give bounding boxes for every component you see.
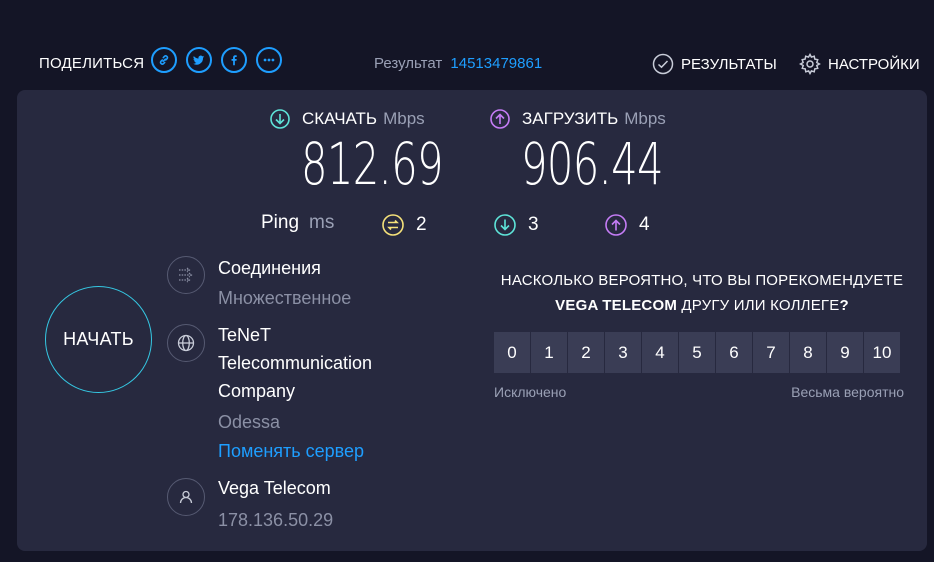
change-server-link[interactable]: Поменять сервер — [218, 437, 364, 465]
survey-question-line1: НАСКОЛЬКО ВЕРОЯТНО, ЧТО ВЫ ПОРЕКОМЕНДУЕТ… — [500, 272, 904, 289]
rating-4-button[interactable]: 4 — [642, 332, 678, 373]
survey-question-rest: ДРУГУ ИЛИ КОЛЛЕГЕ — [677, 297, 840, 314]
download-arrow-icon — [270, 109, 290, 129]
upload-header: ЗАГРУЗИТЬ Mbps — [490, 109, 666, 129]
upload-latency-icon — [605, 214, 627, 236]
twitter-icon[interactable] — [186, 47, 212, 73]
ping-upload-value: 4 — [639, 214, 650, 235]
rating-scale: 0 1 2 3 4 5 6 7 8 9 10 — [494, 332, 901, 373]
rating-0-button[interactable]: 0 — [494, 332, 530, 373]
main-panel: СКАЧАТЬ Mbps 812.69 ЗАГРУЗИТЬ Mbps 906.4… — [17, 90, 927, 551]
ping-idle: 2 — [382, 214, 427, 236]
settings-button[interactable]: НАСТРОЙКИ — [799, 53, 920, 75]
connections-value: Множественное — [218, 288, 352, 308]
server-city: Odessa — [218, 412, 281, 432]
survey-question: НАСКОЛЬКО ВЕРОЯТНО, ЧТО ВЫ ПОРЕКОМЕНДУЕТ… — [487, 268, 917, 318]
result-id-link[interactable]: 14513479861 — [450, 55, 542, 72]
download-unit: Mbps — [383, 109, 425, 128]
rating-1-button[interactable]: 1 — [531, 332, 567, 373]
user-icon — [167, 478, 205, 516]
share-label: ПОДЕЛИТЬСЯ — [39, 55, 145, 72]
result-info: Результат 14513479861 — [374, 55, 542, 72]
download-header: СКАЧАТЬ Mbps — [270, 109, 425, 129]
check-circle-icon — [652, 53, 674, 75]
ping-label: Ping — [261, 212, 300, 233]
ping-unit: ms — [309, 212, 335, 233]
results-label: РЕЗУЛЬТАТЫ — [681, 55, 777, 73]
ping-download: 3 — [494, 214, 539, 236]
server-name-line1: TeNeT — [218, 325, 272, 345]
result-label: Результат — [374, 55, 443, 72]
rating-high-label: Весьма вероятно — [791, 384, 904, 400]
rating-3-button[interactable]: 3 — [605, 332, 641, 373]
rating-low-label: Исключено — [494, 384, 567, 400]
rating-10-button[interactable]: 10 — [864, 332, 900, 373]
server-name-line3: Company — [218, 381, 296, 401]
results-button[interactable]: РЕЗУЛЬТАТЫ — [652, 53, 777, 75]
server-name-line2: Telecommunication — [218, 353, 373, 373]
header: ПОДЕЛИТЬСЯ Результат 14513479861 РЕЗУЛЬТ… — [0, 0, 934, 90]
more-icon[interactable] — [256, 47, 282, 73]
download-value: 812.69 — [301, 130, 444, 198]
settings-label: НАСТРОЙКИ — [828, 55, 920, 73]
rating-8-button[interactable]: 8 — [790, 332, 826, 373]
facebook-icon[interactable] — [221, 47, 247, 73]
connections-title: Соединения — [218, 258, 321, 278]
survey-question-mark: ? — [839, 297, 849, 314]
globe-icon — [167, 324, 205, 362]
gear-icon — [799, 53, 821, 75]
survey-brand: VEGA TELECOM — [555, 297, 678, 314]
download-latency-icon — [494, 214, 516, 236]
ping-idle-value: 2 — [416, 214, 427, 235]
isp-name: Vega Telecom — [218, 478, 331, 498]
download-label: СКАЧАТЬ — [302, 109, 378, 128]
isp-ip: 178.136.50.29 — [218, 510, 334, 530]
upload-label: ЗАГРУЗИТЬ — [522, 109, 619, 128]
start-button[interactable]: НАЧАТЬ — [45, 286, 152, 393]
ping-download-value: 3 — [528, 214, 539, 235]
upload-unit: Mbps — [624, 109, 666, 128]
upload-arrow-icon — [490, 109, 510, 129]
ping-upload: 4 — [605, 214, 650, 236]
survey-question-line2: VEGA TELECOM ДРУГУ ИЛИ КОЛЛЕГЕ? — [487, 293, 917, 318]
connections-icon — [167, 256, 205, 294]
upload-value: 906.44 — [521, 130, 664, 198]
rating-9-button[interactable]: 9 — [827, 332, 863, 373]
rating-5-button[interactable]: 5 — [679, 332, 715, 373]
rating-7-button[interactable]: 7 — [753, 332, 789, 373]
rating-6-button[interactable]: 6 — [716, 332, 752, 373]
ping-label-group: Ping ms — [261, 212, 334, 234]
link-icon[interactable] — [151, 47, 177, 73]
idle-latency-icon — [382, 214, 404, 236]
rating-2-button[interactable]: 2 — [568, 332, 604, 373]
